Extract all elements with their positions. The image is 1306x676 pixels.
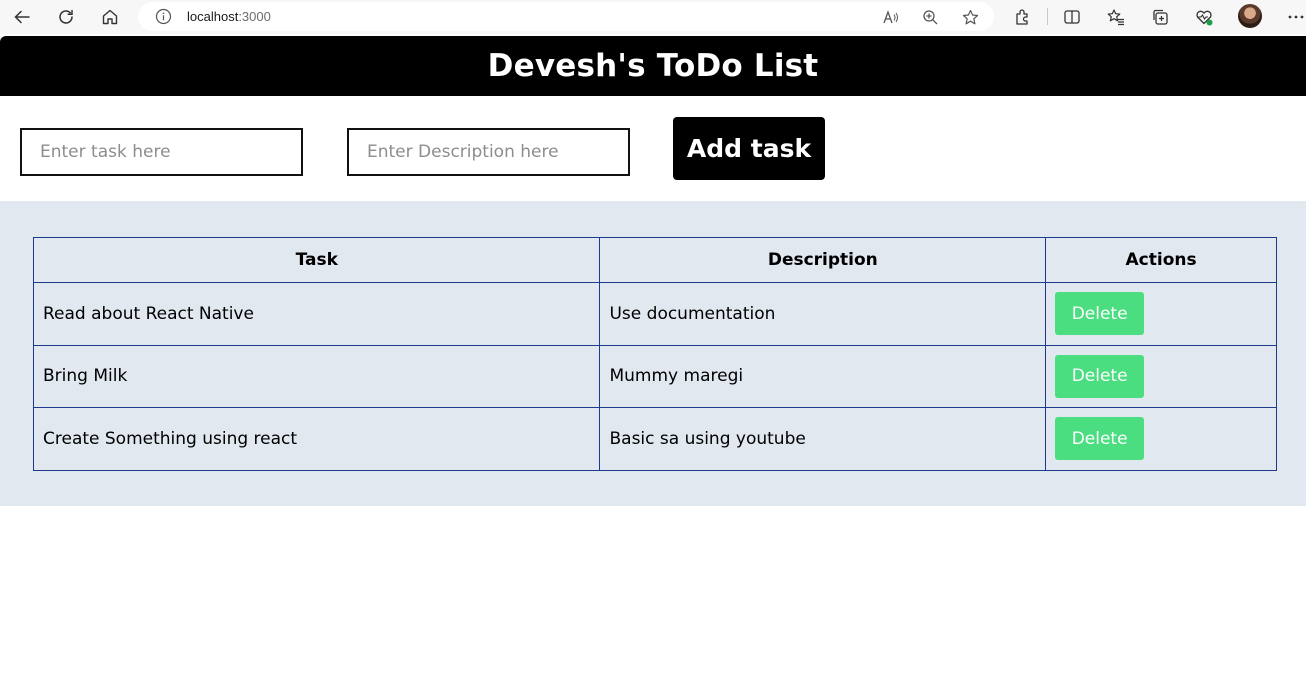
refresh-icon[interactable] (52, 3, 80, 31)
profile-avatar[interactable] (1238, 4, 1262, 28)
info-icon[interactable] (155, 8, 172, 25)
split-screen-icon[interactable] (1060, 5, 1084, 29)
app-header: Devesh's ToDo List (0, 36, 1306, 96)
task-cell: Read about React Native (32, 282, 601, 346)
actions-cell: Delete (1045, 344, 1277, 408)
actions-cell: Delete (1045, 407, 1277, 471)
page-title: Devesh's ToDo List (487, 48, 819, 84)
extensions-icon[interactable] (1011, 5, 1035, 29)
table-header-row: Task Description Actions (32, 237, 1277, 283)
description-cell: Mummy maregi (599, 344, 1047, 408)
collections-icon[interactable] (1148, 5, 1172, 29)
back-icon[interactable] (8, 3, 36, 31)
zoom-icon[interactable] (920, 7, 940, 27)
read-aloud-icon[interactable] (880, 7, 900, 27)
delete-button[interactable]: Delete (1055, 354, 1145, 398)
task-table-section: Task Description Actions Read about Reac… (0, 201, 1306, 506)
browser-essentials-icon[interactable] (1192, 5, 1216, 29)
delete-button[interactable]: Delete (1055, 417, 1145, 461)
favorite-star-icon[interactable] (960, 7, 980, 27)
url-text[interactable]: localhost:3000 (187, 9, 271, 24)
description-input[interactable] (347, 128, 630, 176)
url-port: :3000 (238, 9, 271, 24)
actions-cell: Delete (1045, 282, 1277, 346)
column-header-actions: Actions (1045, 237, 1277, 283)
description-cell: Use documentation (599, 282, 1047, 346)
add-task-button[interactable]: Add task (673, 117, 825, 180)
toolbar-separator (1047, 8, 1048, 25)
url-host: localhost (187, 9, 239, 24)
task-table: Task Description Actions Read about Reac… (32, 237, 1277, 471)
column-header-task: Task (32, 237, 601, 283)
task-cell: Bring Milk (32, 344, 601, 408)
home-icon[interactable] (96, 3, 124, 31)
more-menu-icon[interactable] (1284, 5, 1306, 29)
task-input[interactable] (20, 128, 303, 176)
delete-button[interactable]: Delete (1055, 292, 1145, 336)
address-bar[interactable]: localhost:3000 (138, 2, 994, 31)
column-header-description: Description (599, 237, 1047, 283)
browser-toolbar: localhost:3000 (0, 0, 1306, 34)
task-cell: Create Something using react (32, 407, 601, 471)
description-cell: Basic sa using youtube (599, 407, 1047, 471)
table-row: Create Something using react Basic sa us… (32, 407, 1277, 471)
table-row: Bring Milk Mummy maregi Delete (32, 344, 1277, 408)
favorites-icon[interactable] (1104, 5, 1128, 29)
table-row: Read about React Native Use documentatio… (32, 282, 1277, 346)
